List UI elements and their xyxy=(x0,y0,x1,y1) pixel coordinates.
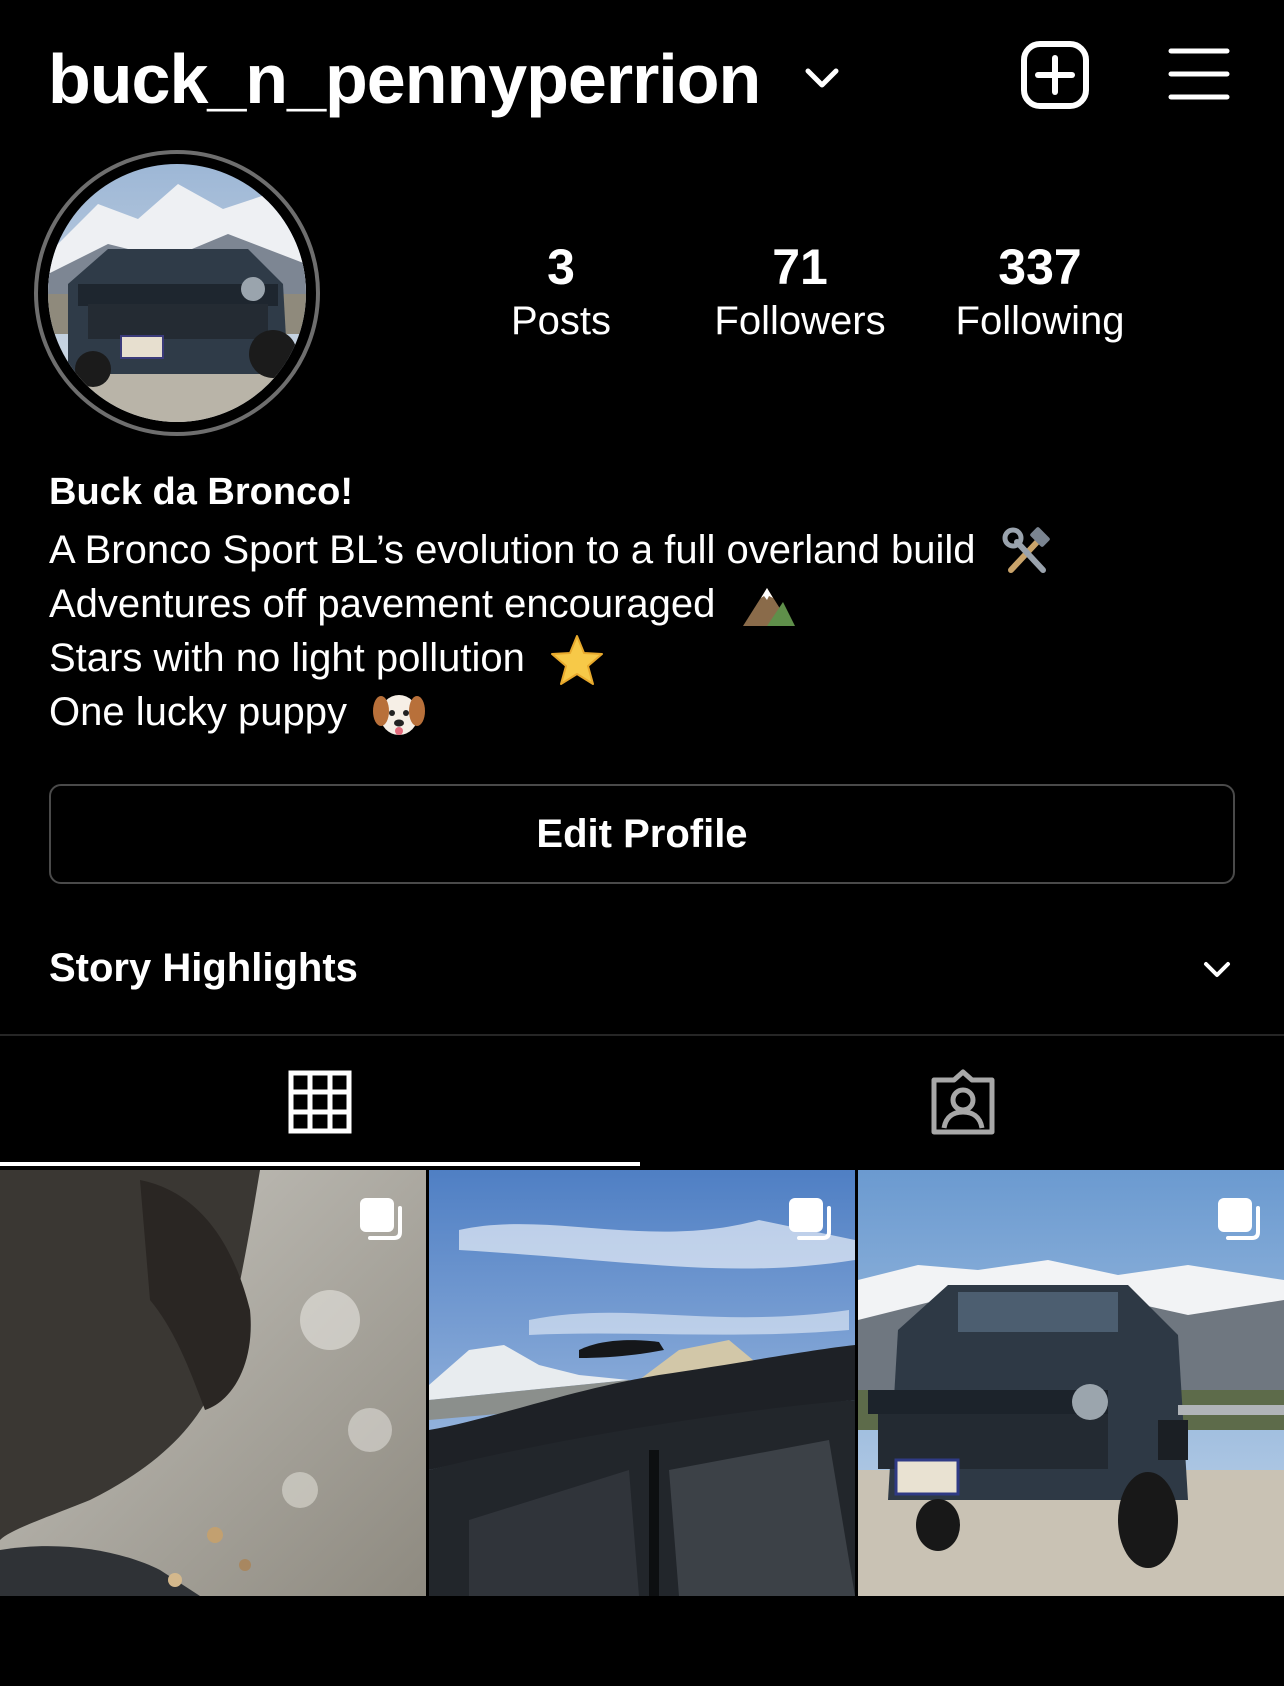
hamburger-menu-icon[interactable] xyxy=(1168,46,1230,102)
edit-profile-button[interactable]: Edit Profile xyxy=(49,784,1235,884)
stat-value: 71 xyxy=(772,239,828,295)
avatar[interactable] xyxy=(48,164,306,422)
bio-text: One lucky puppy xyxy=(49,690,347,734)
hammer-and-wrench-emoji xyxy=(1002,527,1050,574)
post-thumbnail[interactable] xyxy=(429,1170,855,1596)
bio-text: Adventures off pavement encouraged xyxy=(49,582,716,626)
divider xyxy=(0,1034,1284,1036)
bio-text: A Bronco Sport BL’s evolution to a full … xyxy=(49,528,976,572)
star-emoji xyxy=(550,635,603,686)
bio-line: One lucky puppy xyxy=(49,685,426,741)
chevron-down-icon[interactable] xyxy=(1200,952,1234,986)
post-thumbnail[interactable] xyxy=(858,1170,1284,1596)
dog-face-emoji xyxy=(373,695,426,736)
story-highlights-label[interactable]: Story Highlights xyxy=(49,940,358,996)
posts-count[interactable]: 3 Posts xyxy=(451,238,671,346)
selected-tab-indicator xyxy=(0,1162,640,1166)
stat-label: Posts xyxy=(510,299,612,343)
bio-text: Stars with no light pollution xyxy=(49,636,525,680)
stat-value: 3 xyxy=(547,239,575,295)
followers-count[interactable]: 71 Followers xyxy=(690,238,910,346)
mountain-emoji xyxy=(742,588,795,627)
bio-line: Stars with no light pollution xyxy=(49,631,604,686)
profile-header: buck_n_pennyperrion xyxy=(0,0,1284,150)
bio-line: Adventures off pavement encouraged xyxy=(49,577,797,631)
username-switcher[interactable]: buck_n_pennyperrion xyxy=(48,34,761,124)
add-post-icon[interactable] xyxy=(1020,40,1090,110)
stat-label: Following xyxy=(955,299,1125,343)
multiple-photos-icon xyxy=(1218,1198,1260,1240)
stat-label: Followers xyxy=(714,299,886,343)
bio-line: A Bronco Sport BL’s evolution to a full … xyxy=(49,523,1053,578)
multiple-photos-icon xyxy=(360,1198,402,1240)
grid-icon[interactable] xyxy=(288,1070,352,1134)
tagged-person-icon[interactable] xyxy=(928,1068,998,1136)
post-thumbnail[interactable] xyxy=(0,1170,426,1596)
stat-value: 337 xyxy=(998,239,1082,295)
following-count[interactable]: 337 Following xyxy=(930,238,1150,346)
profile-display-name: Buck da Bronco! xyxy=(49,471,354,513)
multiple-photos-icon xyxy=(789,1198,831,1240)
chevron-down-icon[interactable] xyxy=(802,58,842,98)
